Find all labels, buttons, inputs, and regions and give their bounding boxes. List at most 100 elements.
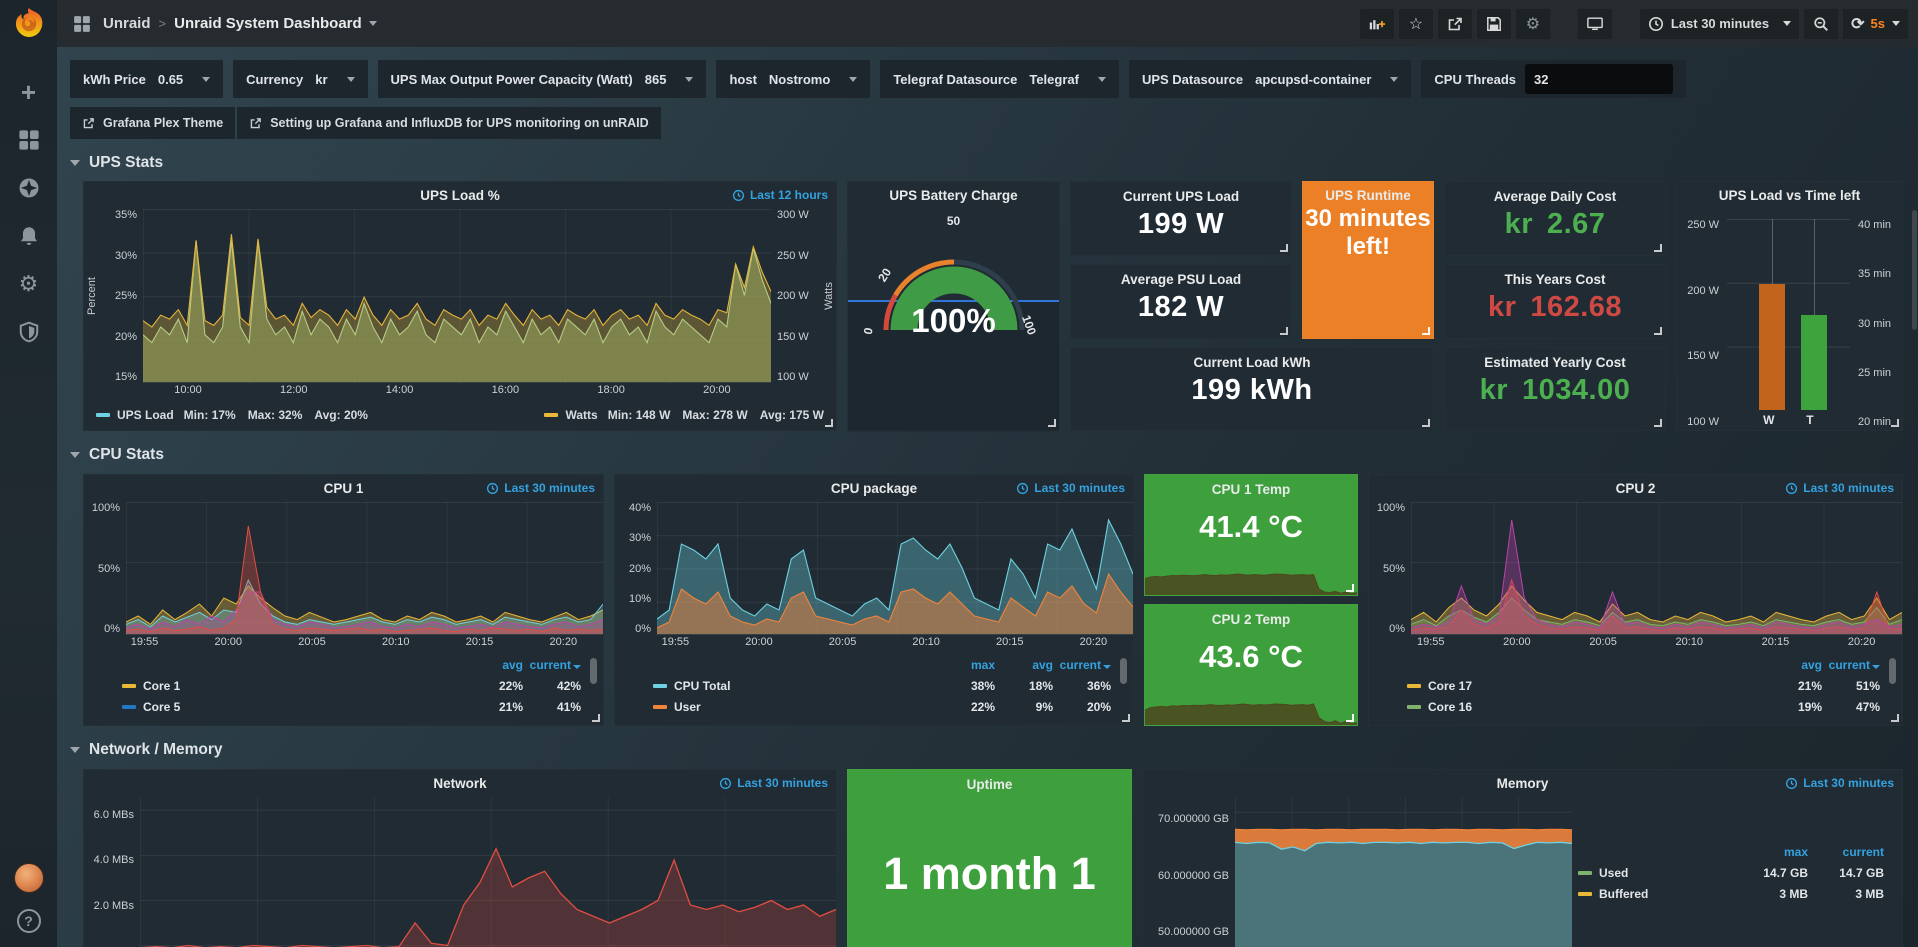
variable-currency[interactable]: Currency kr <box>233 60 367 98</box>
stat-value: kr2.67 <box>1505 208 1606 241</box>
bar-time-left[interactable] <box>1801 315 1827 411</box>
time-range-picker[interactable]: Last 30 minutes <box>1640 9 1799 39</box>
panel-time-override[interactable]: Last 30 minutes <box>1016 481 1125 495</box>
sidebar-bottom: ? <box>14 863 44 947</box>
x-tick: T <box>1806 413 1813 427</box>
y-axis-title-right: Watts <box>821 209 836 383</box>
cpu2-plot[interactable] <box>1411 502 1902 635</box>
help-icon[interactable]: ? <box>17 909 41 933</box>
legend-row: Core 1 22%42% <box>122 675 581 696</box>
link-grafana-plex-theme[interactable]: Grafana Plex Theme <box>70 107 235 139</box>
variable-kwh-price[interactable]: kWh Price 0.65 <box>70 60 223 98</box>
panel-cpu2-temp: CPU 2 Temp 43.6 °C <box>1144 604 1358 726</box>
legend-swatch <box>653 705 667 709</box>
x-tick: 20:00 <box>1503 636 1531 652</box>
star-dashboard-button[interactable]: ☆ <box>1399 9 1433 39</box>
page-scrollbar[interactable] <box>1912 210 1917 330</box>
y-tick: 0% <box>617 623 651 635</box>
x-tick: 14:00 <box>386 384 414 400</box>
bars-plot[interactable] <box>1727 219 1850 410</box>
variable-host[interactable]: host Nostromo <box>716 60 870 98</box>
y-tick: 200 W <box>777 290 819 302</box>
legend-scrollbar[interactable] <box>1889 658 1896 684</box>
y-tick: 35 min <box>1858 268 1898 280</box>
section-ups-stats[interactable]: UPS Stats <box>70 154 1903 172</box>
save-dashboard-button[interactable] <box>1477 9 1511 39</box>
y-axis-left: 250 W200 W150 W100 W <box>1679 219 1725 428</box>
dashboards-icon[interactable] <box>17 128 41 152</box>
x-tick: W <box>1763 413 1774 427</box>
memory-plot[interactable] <box>1235 797 1572 947</box>
ups-load-plot[interactable] <box>143 209 771 383</box>
clock-icon <box>1785 777 1798 790</box>
legend-swatch <box>1407 705 1421 709</box>
cpu-temps-column: CPU 1 Temp 41.4 °C CPU 2 Temp 43.6 °C <box>1144 474 1358 726</box>
cpu-package-plot[interactable] <box>657 502 1133 635</box>
x-tick: 20:05 <box>298 636 326 652</box>
y-tick: 0% <box>1371 623 1405 635</box>
apps-grid-icon[interactable] <box>73 15 91 33</box>
panel-cpu1-temp: CPU 1 Temp 41.4 °C <box>1144 474 1358 596</box>
panel-this-years-cost: This Years Cost kr162.68 <box>1444 264 1666 339</box>
stat-value: 43.6 °C <box>1199 639 1303 675</box>
refresh-interval[interactable]: 5s <box>1871 16 1885 31</box>
cpu1-plot[interactable] <box>126 502 603 635</box>
dashboard-caret-icon[interactable] <box>369 21 377 26</box>
section-network-memory[interactable]: Network / Memory <box>70 741 1903 759</box>
panel-ups-load-chart: UPS Load % Last 12 hours Percent 35%30%2… <box>83 181 837 431</box>
legend-swatch <box>122 684 136 688</box>
bar-watts[interactable] <box>1759 284 1785 410</box>
panel-time-override[interactable]: Last 30 minutes <box>1785 481 1894 495</box>
dashboard-main: kWh Price 0.65 Currency kr UPS Max Outpu… <box>57 47 1918 947</box>
dashboard-settings-button[interactable]: ⚙ <box>1516 9 1550 39</box>
user-avatar[interactable] <box>14 863 44 893</box>
variable-telegraf-datasource[interactable]: Telegraf Datasource Telegraf <box>880 60 1119 98</box>
cpu-threads-input[interactable]: 32 <box>1525 64 1673 94</box>
section-cpu-stats[interactable]: CPU Stats <box>70 446 1903 464</box>
panel-time-override[interactable]: Last 30 minutes <box>719 776 828 790</box>
y-tick: 150 W <box>1681 350 1719 362</box>
explore-compass-icon[interactable] <box>17 176 41 200</box>
y-tick: 150 W <box>777 331 819 343</box>
network-plot[interactable] <box>140 797 836 947</box>
alerting-bell-icon[interactable] <box>17 224 41 248</box>
grafana-logo[interactable] <box>11 6 47 42</box>
panel-ups-battery-charge: UPS Battery Charge 50 20 0 100 100% <box>847 181 1060 431</box>
refresh-button[interactable]: ⟳ 5s <box>1843 9 1908 39</box>
clock-icon <box>1785 482 1798 495</box>
server-admin-shield-icon[interactable] <box>17 320 41 344</box>
link-ups-monitoring-guide[interactable]: Setting up Grafana and InfluxDB for UPS … <box>237 107 660 139</box>
refresh-caret-icon <box>1892 21 1900 26</box>
stat-value: 182 W <box>1138 291 1224 324</box>
add-panel-button[interactable] <box>1360 9 1394 39</box>
clock-icon <box>486 482 499 495</box>
panel-time-override[interactable]: Last 30 minutes <box>486 481 595 495</box>
legend-scrollbar[interactable] <box>1120 658 1127 684</box>
variable-ups-max-output[interactable]: UPS Max Output Power Capacity (Watt) 865 <box>378 60 707 98</box>
share-dashboard-button[interactable] <box>1438 9 1472 39</box>
x-tick: 20:00 <box>703 384 731 400</box>
variable-ups-datasource[interactable]: UPS Datasource apcupsd-container <box>1129 60 1411 98</box>
panel-time-override[interactable]: Last 12 hours <box>732 188 828 202</box>
panel-time-override[interactable]: Last 30 minutes <box>1785 776 1894 790</box>
y-tick: 60.000000 GB <box>1158 870 1229 882</box>
panel-memory-chart: Memory Last 30 minutes 70.000000 GB 60.0… <box>1142 769 1903 947</box>
stat-value: 199 W <box>1138 208 1224 241</box>
y-axis-left: 40%30%20%10%0% <box>615 502 657 635</box>
tv-mode-button[interactable] <box>1578 9 1612 39</box>
x-tick: 12:00 <box>280 384 308 400</box>
time-caret-icon <box>1783 21 1791 26</box>
zoom-out-button[interactable] <box>1804 9 1838 39</box>
configuration-gear-icon[interactable]: ⚙ <box>17 272 41 296</box>
legend-row: Buffered 3 MB3 MB <box>1578 883 1884 904</box>
y-tick: 20% <box>617 563 651 575</box>
x-tick: 20:15 <box>1762 636 1790 652</box>
legend-swatch[interactable] <box>544 413 558 417</box>
create-icon[interactable]: + <box>17 80 41 104</box>
legend-swatch[interactable] <box>96 413 110 417</box>
y-tick: 40 min <box>1858 219 1898 231</box>
legend-scrollbar[interactable] <box>590 658 597 684</box>
x-tick: 10:00 <box>174 384 202 400</box>
breadcrumb-dashboard-title[interactable]: Unraid System Dashboard <box>174 15 362 32</box>
breadcrumb-app[interactable]: Unraid <box>103 15 151 32</box>
